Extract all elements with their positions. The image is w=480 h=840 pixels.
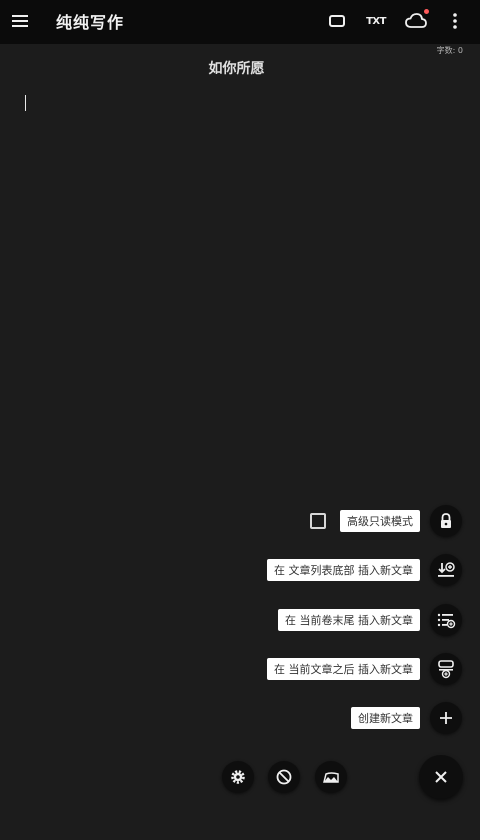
theme-icon [323, 772, 339, 783]
insert-list-bottom-row: 在 文章列表底部 插入新文章 [267, 554, 462, 586]
block-button[interactable] [268, 761, 300, 793]
menu-icon[interactable] [10, 10, 32, 32]
create-new-label[interactable]: 创建新文章 [351, 707, 420, 729]
top-app-bar: 纯纯写作 TXT [0, 0, 480, 44]
txt-icon: TXT [366, 15, 386, 27]
cloud-sync-icon[interactable] [403, 9, 429, 33]
readonly-button[interactable] [430, 505, 462, 537]
sync-badge [424, 9, 429, 14]
insert-after-current-button[interactable] [430, 653, 462, 685]
create-new-button[interactable] [430, 702, 462, 734]
editor-area[interactable] [20, 88, 460, 468]
app-title: 纯纯写作 [56, 13, 125, 32]
plus-icon [440, 712, 452, 724]
readonly-row: 高级只读模式 [310, 505, 462, 537]
insert-after-icon [438, 660, 454, 679]
readonly-checkbox[interactable] [310, 513, 326, 529]
theme-button[interactable] [315, 761, 347, 793]
insert-bottom-icon [438, 562, 455, 577]
insert-list-bottom-label[interactable]: 在 文章列表底部 插入新文章 [267, 559, 420, 581]
settings-button[interactable] [222, 761, 254, 793]
insert-volume-end-button[interactable] [430, 604, 462, 636]
insert-volume-end-row: 在 当前卷末尾 插入新文章 [278, 604, 462, 636]
insert-after-current-row: 在 当前文章之后 插入新文章 [267, 653, 462, 685]
list-add-icon [437, 613, 456, 629]
lock-icon [441, 513, 451, 528]
insert-after-current-label[interactable]: 在 当前文章之后 插入新文章 [267, 658, 420, 680]
fullscreen-icon[interactable] [325, 9, 349, 33]
txt-export-button[interactable]: TXT [364, 9, 388, 33]
close-icon [435, 771, 447, 783]
insert-list-bottom-button[interactable] [430, 554, 462, 586]
readonly-label[interactable]: 高级只读模式 [340, 510, 420, 532]
close-fab-button[interactable] [419, 755, 463, 799]
document-title[interactable]: 如你所愿 [0, 58, 473, 78]
more-vert-icon[interactable] [443, 9, 467, 33]
text-cursor [25, 95, 26, 111]
insert-volume-end-label[interactable]: 在 当前卷末尾 插入新文章 [278, 609, 420, 631]
settings-icon [231, 770, 245, 784]
create-new-row: 创建新文章 [351, 702, 462, 734]
word-count: 字数: 0 [436, 46, 463, 55]
block-icon [276, 769, 292, 785]
